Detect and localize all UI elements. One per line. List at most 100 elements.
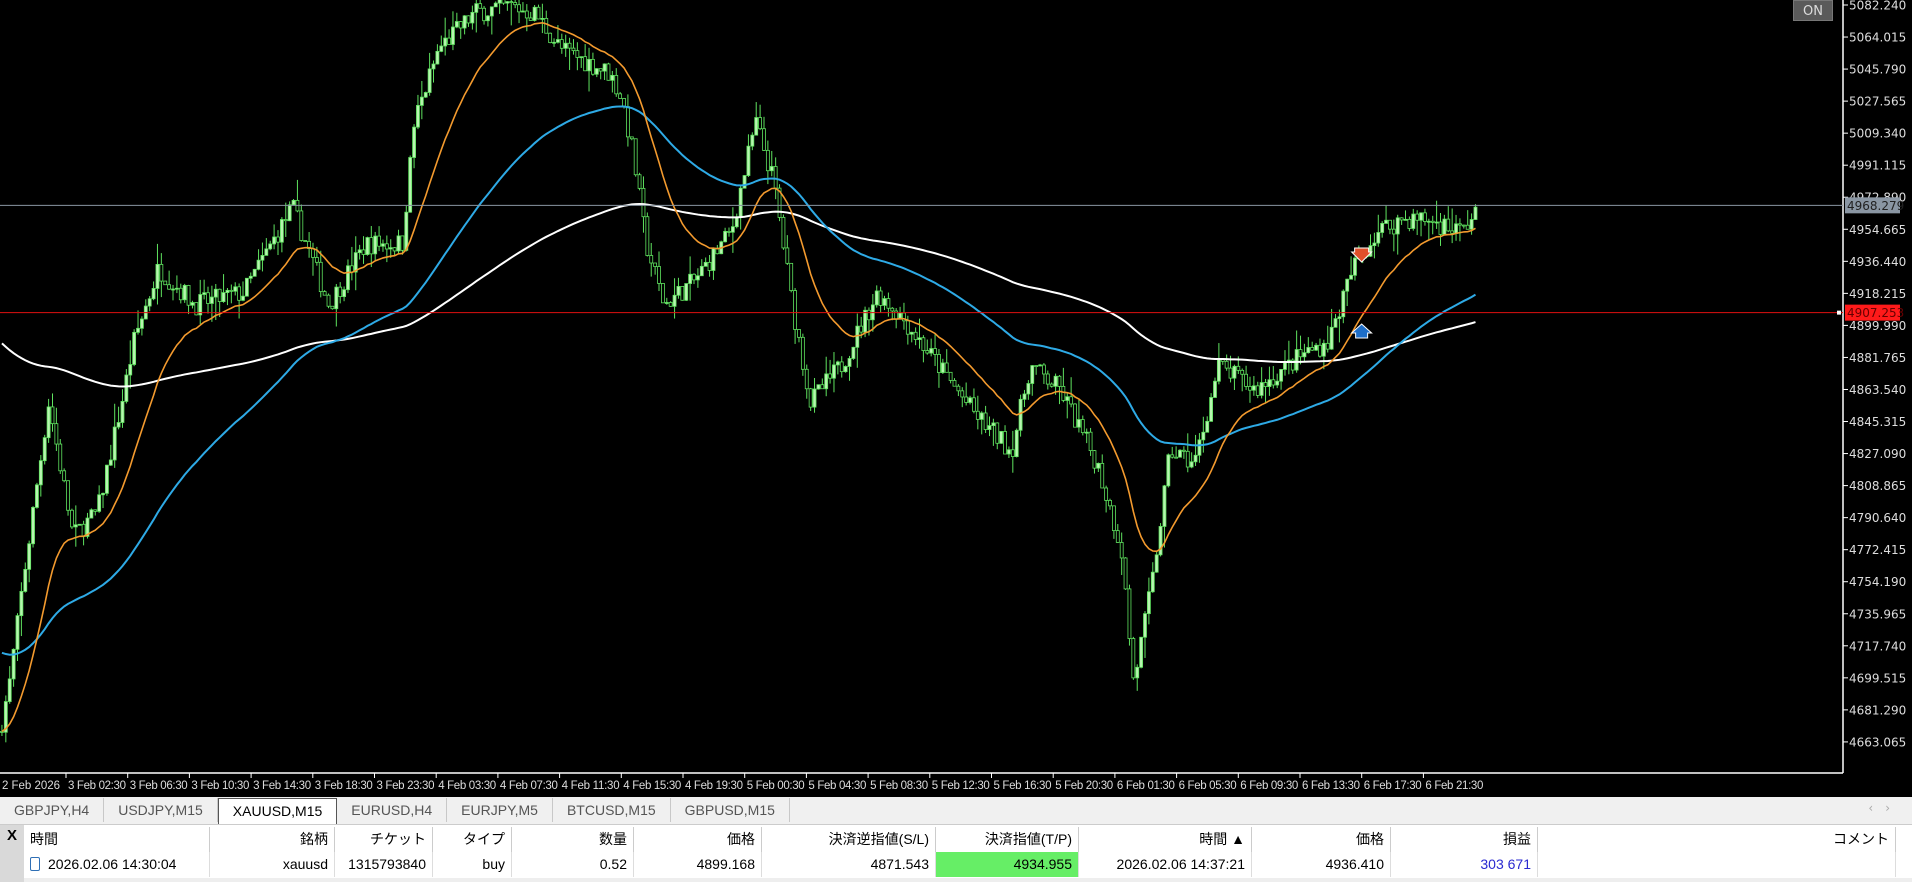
candle-body <box>1372 242 1377 247</box>
header-open-price[interactable]: 価格 <box>634 827 762 852</box>
tab-gbpusd-m15[interactable]: GBPUSD,M15 <box>671 798 790 822</box>
price-chart[interactable]: 5082.240 5064.015 5045.790 5027.565 5009.340… <box>0 0 1912 797</box>
header-sl[interactable]: 決済逆指値(S/L) <box>762 827 936 852</box>
scroll-right-icon[interactable]: › <box>1885 801 1902 815</box>
candle-body <box>614 74 619 95</box>
table-row[interactable]: 2026.02.06 14:30:04 xauusd 1315793840 bu… <box>24 852 1896 877</box>
candle-body <box>42 437 47 462</box>
candle-body <box>820 384 825 390</box>
candle-body <box>859 325 864 333</box>
candle-body <box>31 507 35 545</box>
time-axis-label: 5 Feb 04:30 <box>808 780 866 792</box>
tab-btcusd-m15[interactable]: BTCUSD,M15 <box>553 798 671 822</box>
auto-trading-on-button[interactable]: ON <box>1793 0 1833 21</box>
header-type[interactable]: タイプ <box>433 827 512 852</box>
candle-body <box>867 309 871 321</box>
candle-body <box>571 47 576 52</box>
candle-body <box>322 291 327 296</box>
candle-body <box>1454 223 1458 234</box>
header-tp[interactable]: 決済指値(T/P) <box>936 827 1079 852</box>
candle-body <box>637 174 642 189</box>
tab-usdjpy-m15[interactable]: USDJPY,M15 <box>104 798 218 822</box>
time-axis-label: 4 Feb 11:30 <box>562 780 620 792</box>
candle-body <box>664 302 669 304</box>
candle-body <box>400 235 405 251</box>
candle-body <box>1329 326 1334 350</box>
candle-body <box>1026 383 1031 395</box>
cell-profit: 303 671 <box>1391 852 1538 877</box>
candle-body <box>101 492 105 496</box>
candle-body <box>1399 217 1404 221</box>
candle-body <box>291 199 296 206</box>
tab-gbpjpy-h4[interactable]: GBPJPY,H4 <box>0 798 105 822</box>
candle-body <box>416 105 420 128</box>
candle-body <box>695 275 700 281</box>
candle-body <box>1162 485 1167 527</box>
candle-body <box>62 470 67 482</box>
time-axis-label: 3 Feb 18:30 <box>315 780 373 792</box>
candle-body <box>536 6 541 20</box>
order-line-handle <box>1837 310 1841 315</box>
candle-body <box>824 373 829 390</box>
candle-body <box>1209 397 1214 422</box>
candle-body <box>575 50 580 58</box>
candle-body <box>128 364 133 376</box>
candle-body <box>649 255 654 264</box>
candle-body <box>314 257 319 263</box>
candle-body <box>1298 349 1303 358</box>
candle-body <box>544 18 549 34</box>
candle-body <box>991 422 996 427</box>
candle-body <box>598 68 603 72</box>
candle-body <box>105 464 109 494</box>
candle-body <box>548 32 553 43</box>
candle-body <box>676 286 681 296</box>
candle-body <box>147 298 152 307</box>
candle-body <box>622 98 626 107</box>
tab-eurjpy-m5[interactable]: EURJPY,M5 <box>447 798 553 822</box>
candle-body <box>968 397 972 403</box>
candle-body <box>1092 450 1097 469</box>
candle-body <box>1170 454 1175 458</box>
candle-body <box>1088 431 1093 452</box>
candle-body <box>1045 373 1050 385</box>
tab-xauusd-m15[interactable]: XAUUSD,M15 <box>217 798 338 824</box>
candle-body <box>470 11 475 24</box>
candle-body <box>439 45 444 52</box>
chart-canvas[interactable]: 5082.240 5064.015 5045.790 5027.565 5009.340… <box>0 0 1912 797</box>
candle-body <box>7 678 12 702</box>
candle-body <box>1349 274 1353 280</box>
candle-body <box>244 277 249 297</box>
candle-body <box>781 217 786 249</box>
candle-body <box>972 397 976 412</box>
candle-body <box>412 126 416 158</box>
candle-body <box>175 287 179 290</box>
candle-body <box>497 0 502 4</box>
header-price[interactable]: 価格 <box>1252 827 1391 852</box>
header-symbol[interactable]: 銘柄 <box>210 827 335 852</box>
candle-body <box>1158 526 1163 556</box>
candle-body <box>1104 487 1109 501</box>
header-volume[interactable]: 数量 <box>512 827 634 852</box>
candle-body <box>964 396 969 403</box>
tab-eurusd-h4[interactable]: EURUSD,H4 <box>337 798 448 822</box>
candle-body <box>559 39 564 49</box>
candle-body <box>1007 449 1011 455</box>
candle-body <box>832 364 836 379</box>
candle-body <box>1259 382 1264 396</box>
candle-body <box>1065 396 1070 401</box>
header-time[interactable]: 時間 ▲ <box>1079 827 1252 852</box>
cell-comment <box>1538 852 1896 877</box>
candle-body <box>1403 218 1408 221</box>
header-comment[interactable]: コメント <box>1538 827 1896 852</box>
close-panel-button[interactable]: X <box>0 825 24 882</box>
time-axis-label: 3 Feb 23:30 <box>377 780 435 792</box>
header-ticket[interactable]: チケット <box>335 827 433 852</box>
candle-body <box>528 17 533 21</box>
candle-body <box>521 10 525 13</box>
price-axis-label: 4772.415 <box>1849 543 1906 557</box>
tab-scroll-arrows[interactable]: ‹› <box>1868 801 1902 815</box>
candle-body <box>1353 257 1357 276</box>
scroll-left-icon[interactable]: ‹ <box>1868 801 1885 815</box>
header-open-time[interactable]: 時間 <box>24 827 210 852</box>
header-profit[interactable]: 損益 <box>1391 827 1538 852</box>
